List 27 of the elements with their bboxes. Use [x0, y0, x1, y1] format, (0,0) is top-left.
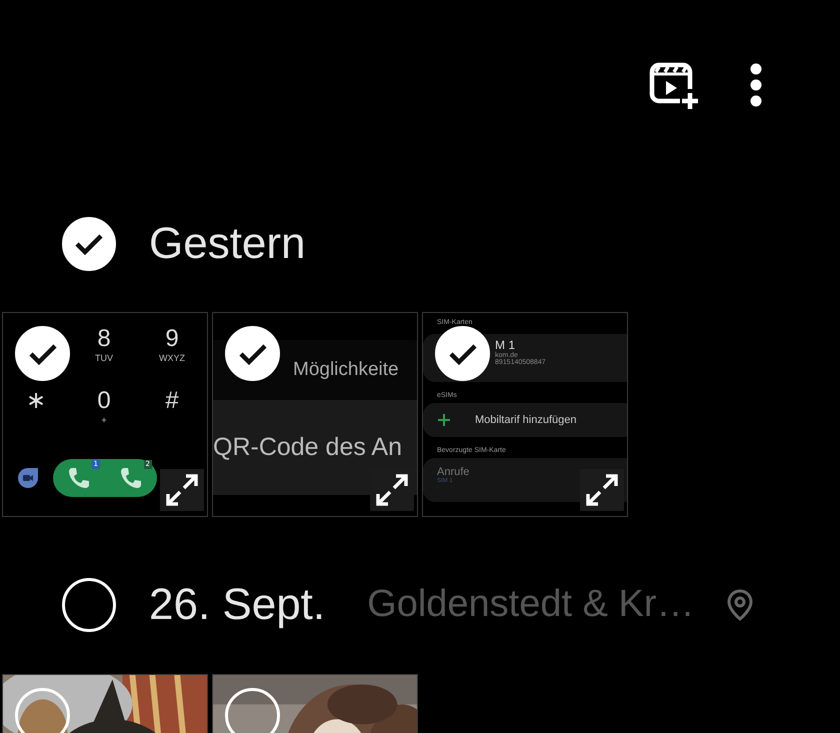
location-label: Goldenstedt & Kr…	[367, 583, 695, 626]
phone-icon	[67, 466, 91, 490]
dial-key-digit: 8	[97, 325, 111, 353]
expand-icon[interactable]	[160, 469, 204, 511]
dial-key-letters: WXYZ	[159, 353, 185, 363]
expand-icon[interactable]	[580, 469, 624, 511]
dial-key-digit: 9	[165, 325, 179, 353]
screen-text: QR-Code des An	[213, 433, 402, 462]
select-circle[interactable]	[62, 578, 116, 632]
dial-key-digit: ∗	[26, 387, 46, 415]
video-call-icon	[17, 467, 39, 489]
dial-key-digit: 0	[97, 387, 111, 415]
more-options-icon[interactable]	[750, 62, 762, 106]
select-circle[interactable]	[62, 216, 116, 270]
thumbnail[interactable]: Möglichkeite QR-Code des An	[212, 312, 418, 517]
dial-key-letters: TUV	[95, 353, 113, 363]
screen-text: Möglichkeite	[293, 359, 399, 381]
dial-key-digit: #	[165, 387, 179, 415]
dial-key-letters: +	[101, 415, 107, 425]
location-pin-icon	[726, 588, 753, 620]
plus-icon	[437, 413, 451, 427]
date-heading: 26. Sept.	[149, 580, 326, 630]
sim-name: M 1	[495, 338, 516, 352]
date-heading: Gestern	[149, 218, 306, 268]
phone-icon	[119, 466, 143, 490]
preference-title: Anrufe	[437, 466, 470, 478]
add-plan-label: Mobiltarif hinzufügen	[475, 414, 577, 426]
